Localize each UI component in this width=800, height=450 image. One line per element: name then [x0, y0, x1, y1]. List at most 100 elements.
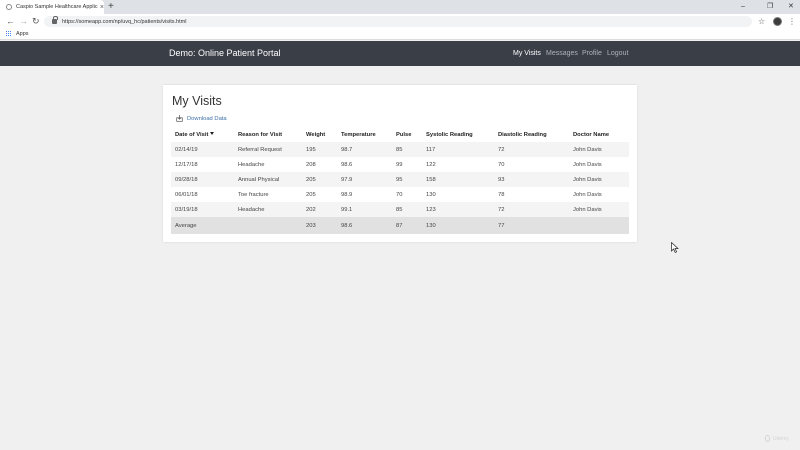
- cell-reason: Annual Physical: [234, 172, 302, 187]
- table-row: 03/19/18 Headache 202 99.1 85 123 72 Joh…: [171, 202, 629, 217]
- cell-temperature: 98.6: [341, 161, 353, 168]
- cell-reason: Headache: [234, 202, 302, 217]
- apps-bookmark[interactable]: Apps: [16, 31, 29, 37]
- average-weight: 203: [302, 217, 337, 234]
- nav-messages[interactable]: Messages: [546, 41, 578, 66]
- col-systolic-reading[interactable]: Systolic Reading: [422, 127, 494, 142]
- cell-diastolic: 93: [494, 172, 569, 187]
- cell-weight: 205: [302, 172, 337, 187]
- table-header-row: Date of Visit Reason for Visit Weight Te…: [171, 127, 629, 142]
- mouse-cursor-icon: [671, 242, 679, 253]
- col-weight[interactable]: Weight: [302, 127, 337, 142]
- download-data-link[interactable]: Download Data: [176, 115, 227, 122]
- col-doctor-name[interactable]: Doctor Name: [569, 127, 629, 142]
- watermark: Udemy: [764, 435, 789, 442]
- new-tab-icon[interactable]: +: [108, 1, 114, 13]
- table-row: 12/17/18 Headache 208 98.6 99 122 70 Joh…: [171, 157, 629, 172]
- nav-my-visits[interactable]: My Visits: [513, 41, 541, 66]
- col-temperature[interactable]: Temperature: [337, 127, 392, 142]
- cell-date: 06/01/18: [175, 191, 198, 198]
- cell-temperature: 99.1: [337, 202, 392, 217]
- average-pulse: 87: [392, 217, 422, 234]
- average-temperature: 98.6: [337, 217, 392, 234]
- page-title: My Visits: [172, 94, 222, 108]
- download-icon: [176, 115, 183, 122]
- cell-date: 03/19/18: [171, 202, 234, 217]
- average-systolic: 130: [422, 217, 494, 234]
- cell-pulse: 99: [396, 161, 403, 168]
- watermark-text: Udemy: [773, 435, 789, 442]
- profile-avatar[interactable]: [773, 17, 782, 26]
- table-row: 09/28/18 Annual Physical 205 97.9 95 158…: [171, 172, 629, 187]
- app-navbar: Demo: Online Patient Portal My Visits Me…: [0, 41, 800, 66]
- cell-systolic: 122: [426, 161, 436, 168]
- table-row: 06/01/18 Toe fracture 205 98.9 70 130 78…: [171, 187, 629, 202]
- cell-systolic: 117: [422, 142, 494, 157]
- cell-pulse: 70: [396, 191, 403, 198]
- tab-favicon-icon: [6, 4, 12, 10]
- browser-menu-icon[interactable]: ⋮: [788, 15, 796, 28]
- forward-icon[interactable]: →: [19, 15, 28, 28]
- cell-diastolic: 72: [494, 202, 569, 217]
- minimize-icon[interactable]: –: [741, 1, 745, 13]
- cell-weight: 202: [302, 202, 337, 217]
- maximize-icon[interactable]: ❐: [767, 1, 773, 13]
- browser-tab-strip: Caspio Sample Healthcare Applic × + – ❐ …: [0, 0, 800, 14]
- cell-reason: Referral Request: [234, 142, 302, 157]
- cell-diastolic: 70: [498, 161, 505, 168]
- visits-table: Date of Visit Reason for Visit Weight Te…: [171, 127, 629, 234]
- nav-logout[interactable]: Logout: [607, 41, 628, 66]
- apps-grid-icon[interactable]: [6, 31, 12, 37]
- brand-title[interactable]: Demo: Online Patient Portal: [169, 41, 281, 66]
- cell-diastolic: 72: [494, 142, 569, 157]
- average-doctor: [569, 217, 629, 234]
- cell-reason: Headache: [238, 161, 265, 168]
- close-window-icon[interactable]: ✕: [788, 1, 794, 13]
- cell-date: 02/14/19: [171, 142, 234, 157]
- cell-weight: 208: [306, 161, 316, 168]
- cell-weight: 205: [306, 191, 316, 198]
- cell-temperature: 97.9: [337, 172, 392, 187]
- watermark-logo-icon: [764, 435, 771, 442]
- bookmark-star-icon[interactable]: ☆: [758, 15, 765, 28]
- visits-card: My Visits Download Data Date of Visit Re…: [163, 85, 637, 242]
- table-row: 02/14/19 Referral Request 195 98.7 85 11…: [171, 142, 629, 157]
- tab-close-icon[interactable]: ×: [100, 4, 104, 11]
- cell-doctor: John Davis: [573, 191, 602, 198]
- sort-down-icon: [210, 132, 215, 136]
- cell-doctor: John Davis: [569, 202, 629, 217]
- cell-systolic: 123: [422, 202, 494, 217]
- address-bar[interactable]: https://someapp.com/np/uvq_hc/patients/v…: [44, 16, 752, 27]
- lock-icon: [52, 16, 58, 24]
- col-pulse[interactable]: Pulse: [392, 127, 422, 142]
- cell-diastolic: 78: [498, 191, 505, 198]
- cell-pulse: 85: [392, 202, 422, 217]
- col-reason-for-visit[interactable]: Reason for Visit: [234, 127, 302, 142]
- tab-title: Caspio Sample Healthcare Applic: [16, 4, 98, 10]
- cell-temperature: 98.7: [337, 142, 392, 157]
- col-diastolic-reading[interactable]: Diastolic Reading: [494, 127, 569, 142]
- cell-doctor: John Davis: [569, 142, 629, 157]
- average-label: Average: [171, 217, 234, 234]
- cell-doctor: John Davis: [569, 172, 629, 187]
- cell-pulse: 95: [392, 172, 422, 187]
- bookmarks-bar: Apps: [0, 29, 800, 40]
- average-row: Average 203 98.6 87 130 77: [171, 217, 629, 234]
- reload-icon[interactable]: ↻: [32, 15, 40, 28]
- cell-systolic: 158: [422, 172, 494, 187]
- back-icon[interactable]: ←: [6, 15, 15, 28]
- cell-reason: Toe fracture: [238, 191, 269, 198]
- cell-weight: 195: [302, 142, 337, 157]
- download-data-label: Download Data: [187, 115, 227, 122]
- cell-date: 12/17/18: [175, 161, 198, 168]
- cell-doctor: John Davis: [573, 161, 602, 168]
- cell-temperature: 98.9: [341, 191, 353, 198]
- browser-tab[interactable]: Caspio Sample Healthcare Applic ×: [0, 0, 104, 14]
- average-diastolic: 77: [494, 217, 569, 234]
- cell-pulse: 85: [392, 142, 422, 157]
- col-date-of-visit[interactable]: Date of Visit: [171, 127, 234, 142]
- browser-toolbar: ← → ↻ https://someapp.com/np/uvq_hc/pati…: [0, 14, 800, 29]
- cell-date: 09/28/18: [171, 172, 234, 187]
- nav-profile[interactable]: Profile: [582, 41, 602, 66]
- url-text: https://someapp.com/np/uvq_hc/patients/v…: [62, 18, 187, 25]
